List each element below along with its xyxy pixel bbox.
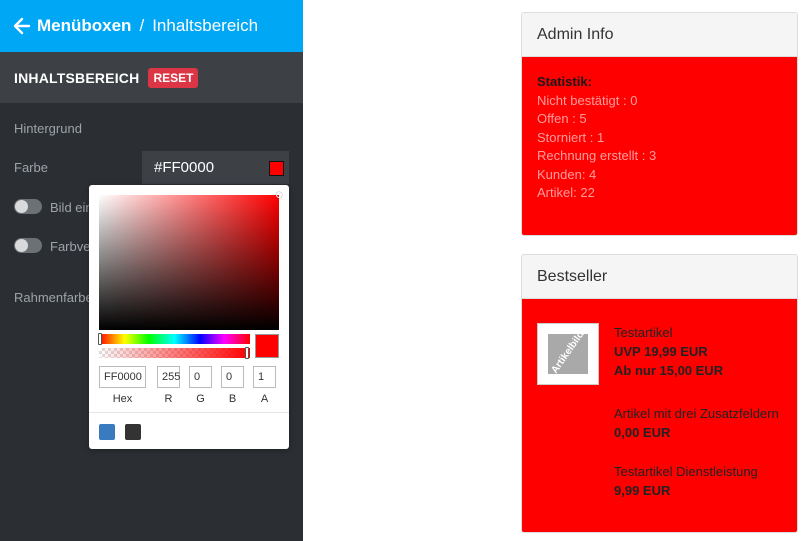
arrow-left-icon[interactable] <box>13 16 33 36</box>
breadcrumb-parent[interactable]: Menüboxen <box>37 16 131 36</box>
admin-info-body: Statistik: Nicht bestätigt : 0 Offen : 5… <box>522 57 797 235</box>
preset-swatch-dark[interactable] <box>125 424 141 440</box>
hex-field[interactable]: FF0000 <box>99 366 146 388</box>
breadcrumb-separator: / <box>139 16 145 35</box>
saturation-handle[interactable] <box>276 192 282 198</box>
product-price: 0,00 EUR <box>614 425 671 440</box>
stat-open[interactable]: Offen : 5 <box>537 110 782 129</box>
product-price: UVP 19,99 EUR <box>614 344 708 359</box>
image-placeholder: Artikelbild <box>548 334 588 374</box>
alpha-slider[interactable] <box>99 347 250 359</box>
b-label: B <box>228 393 237 405</box>
product-name[interactable]: Testartikel Dienstleistung <box>614 462 758 481</box>
gradient-toggle-label: Farbve <box>50 239 91 254</box>
bestseller-box: Bestseller Artikelbild Testartikel UVP 1… <box>521 254 798 533</box>
border-color-label: Rahmenfarbe <box>14 290 93 305</box>
image-placeholder-text: Artikelbild <box>549 334 587 374</box>
picker-divider <box>89 412 289 413</box>
r-label: R <box>164 393 173 405</box>
breadcrumb-current: Inhaltsbereich <box>152 16 259 35</box>
product-item: Artikel mit drei Zusatzfeldern 0,00 EUR <box>614 404 779 442</box>
color-label: Farbe <box>14 160 48 175</box>
gradient-toggle[interactable] <box>14 238 42 253</box>
g-field[interactable]: 0 <box>189 366 212 388</box>
color-swatch[interactable] <box>269 161 284 176</box>
hue-handle[interactable] <box>98 333 102 345</box>
a-field[interactable]: 1 <box>253 366 276 388</box>
stat-cancelled[interactable]: Storniert : 1 <box>537 129 782 148</box>
product-image[interactable]: Artikelbild <box>537 323 599 385</box>
panel-header: Menüboxen / Inhaltsbereich <box>0 0 303 52</box>
alpha-handle[interactable] <box>245 347 249 359</box>
background-heading: Hintergrund <box>14 121 82 136</box>
color-preview <box>255 334 279 358</box>
bestseller-title: Bestseller <box>522 255 797 299</box>
product-name[interactable]: Artikel mit drei Zusatzfeldern <box>614 404 779 423</box>
hex-label: Hex <box>112 393 133 405</box>
color-input[interactable]: #FF0000 <box>142 151 289 184</box>
preset-swatch-blue[interactable] <box>99 424 115 440</box>
admin-info-title: Admin Info <box>522 13 797 57</box>
product-item: Testartikel Dienstleistung 9,99 EUR <box>614 462 758 500</box>
admin-info-box: Admin Info Statistik: Nicht bestätigt : … <box>521 12 798 236</box>
image-toggle-label: Bild ein <box>50 200 93 215</box>
section-title: INHALTSBEREICH <box>14 69 140 86</box>
a-label: A <box>260 393 269 405</box>
stat-articles[interactable]: Artikel: 22 <box>537 184 782 203</box>
color-input-value: #FF0000 <box>154 159 215 176</box>
bestseller-body: Artikelbild Testartikel UVP 19,99 EUR Ab… <box>522 299 797 532</box>
stat-unconfirmed[interactable]: Nicht bestätigt : 0 <box>537 92 782 111</box>
stat-invoiced[interactable]: Rechnung erstellt : 3 <box>537 147 782 166</box>
product-name[interactable]: Testartikel <box>614 323 723 342</box>
saturation-area[interactable] <box>99 192 282 330</box>
color-picker-popup: FF0000 255 0 0 1 Hex R G B A <box>89 185 289 449</box>
stat-title: Statistik: <box>537 74 592 89</box>
r-field[interactable]: 255 <box>157 366 180 388</box>
product-price: 9,99 EUR <box>614 483 671 498</box>
image-toggle[interactable] <box>14 199 42 214</box>
product-offer-price: Ab nur 15,00 EUR <box>614 363 724 378</box>
reset-button[interactable]: RESET <box>148 67 199 88</box>
section-header: INHALTSBEREICH RESET <box>0 52 303 103</box>
g-label: G <box>196 393 205 405</box>
product-item: Testartikel UVP 19,99 EUR Ab nur 15,00 E… <box>614 323 723 380</box>
hue-slider[interactable] <box>98 333 250 345</box>
stat-customers[interactable]: Kunden: 4 <box>537 166 782 185</box>
b-field[interactable]: 0 <box>221 366 244 388</box>
